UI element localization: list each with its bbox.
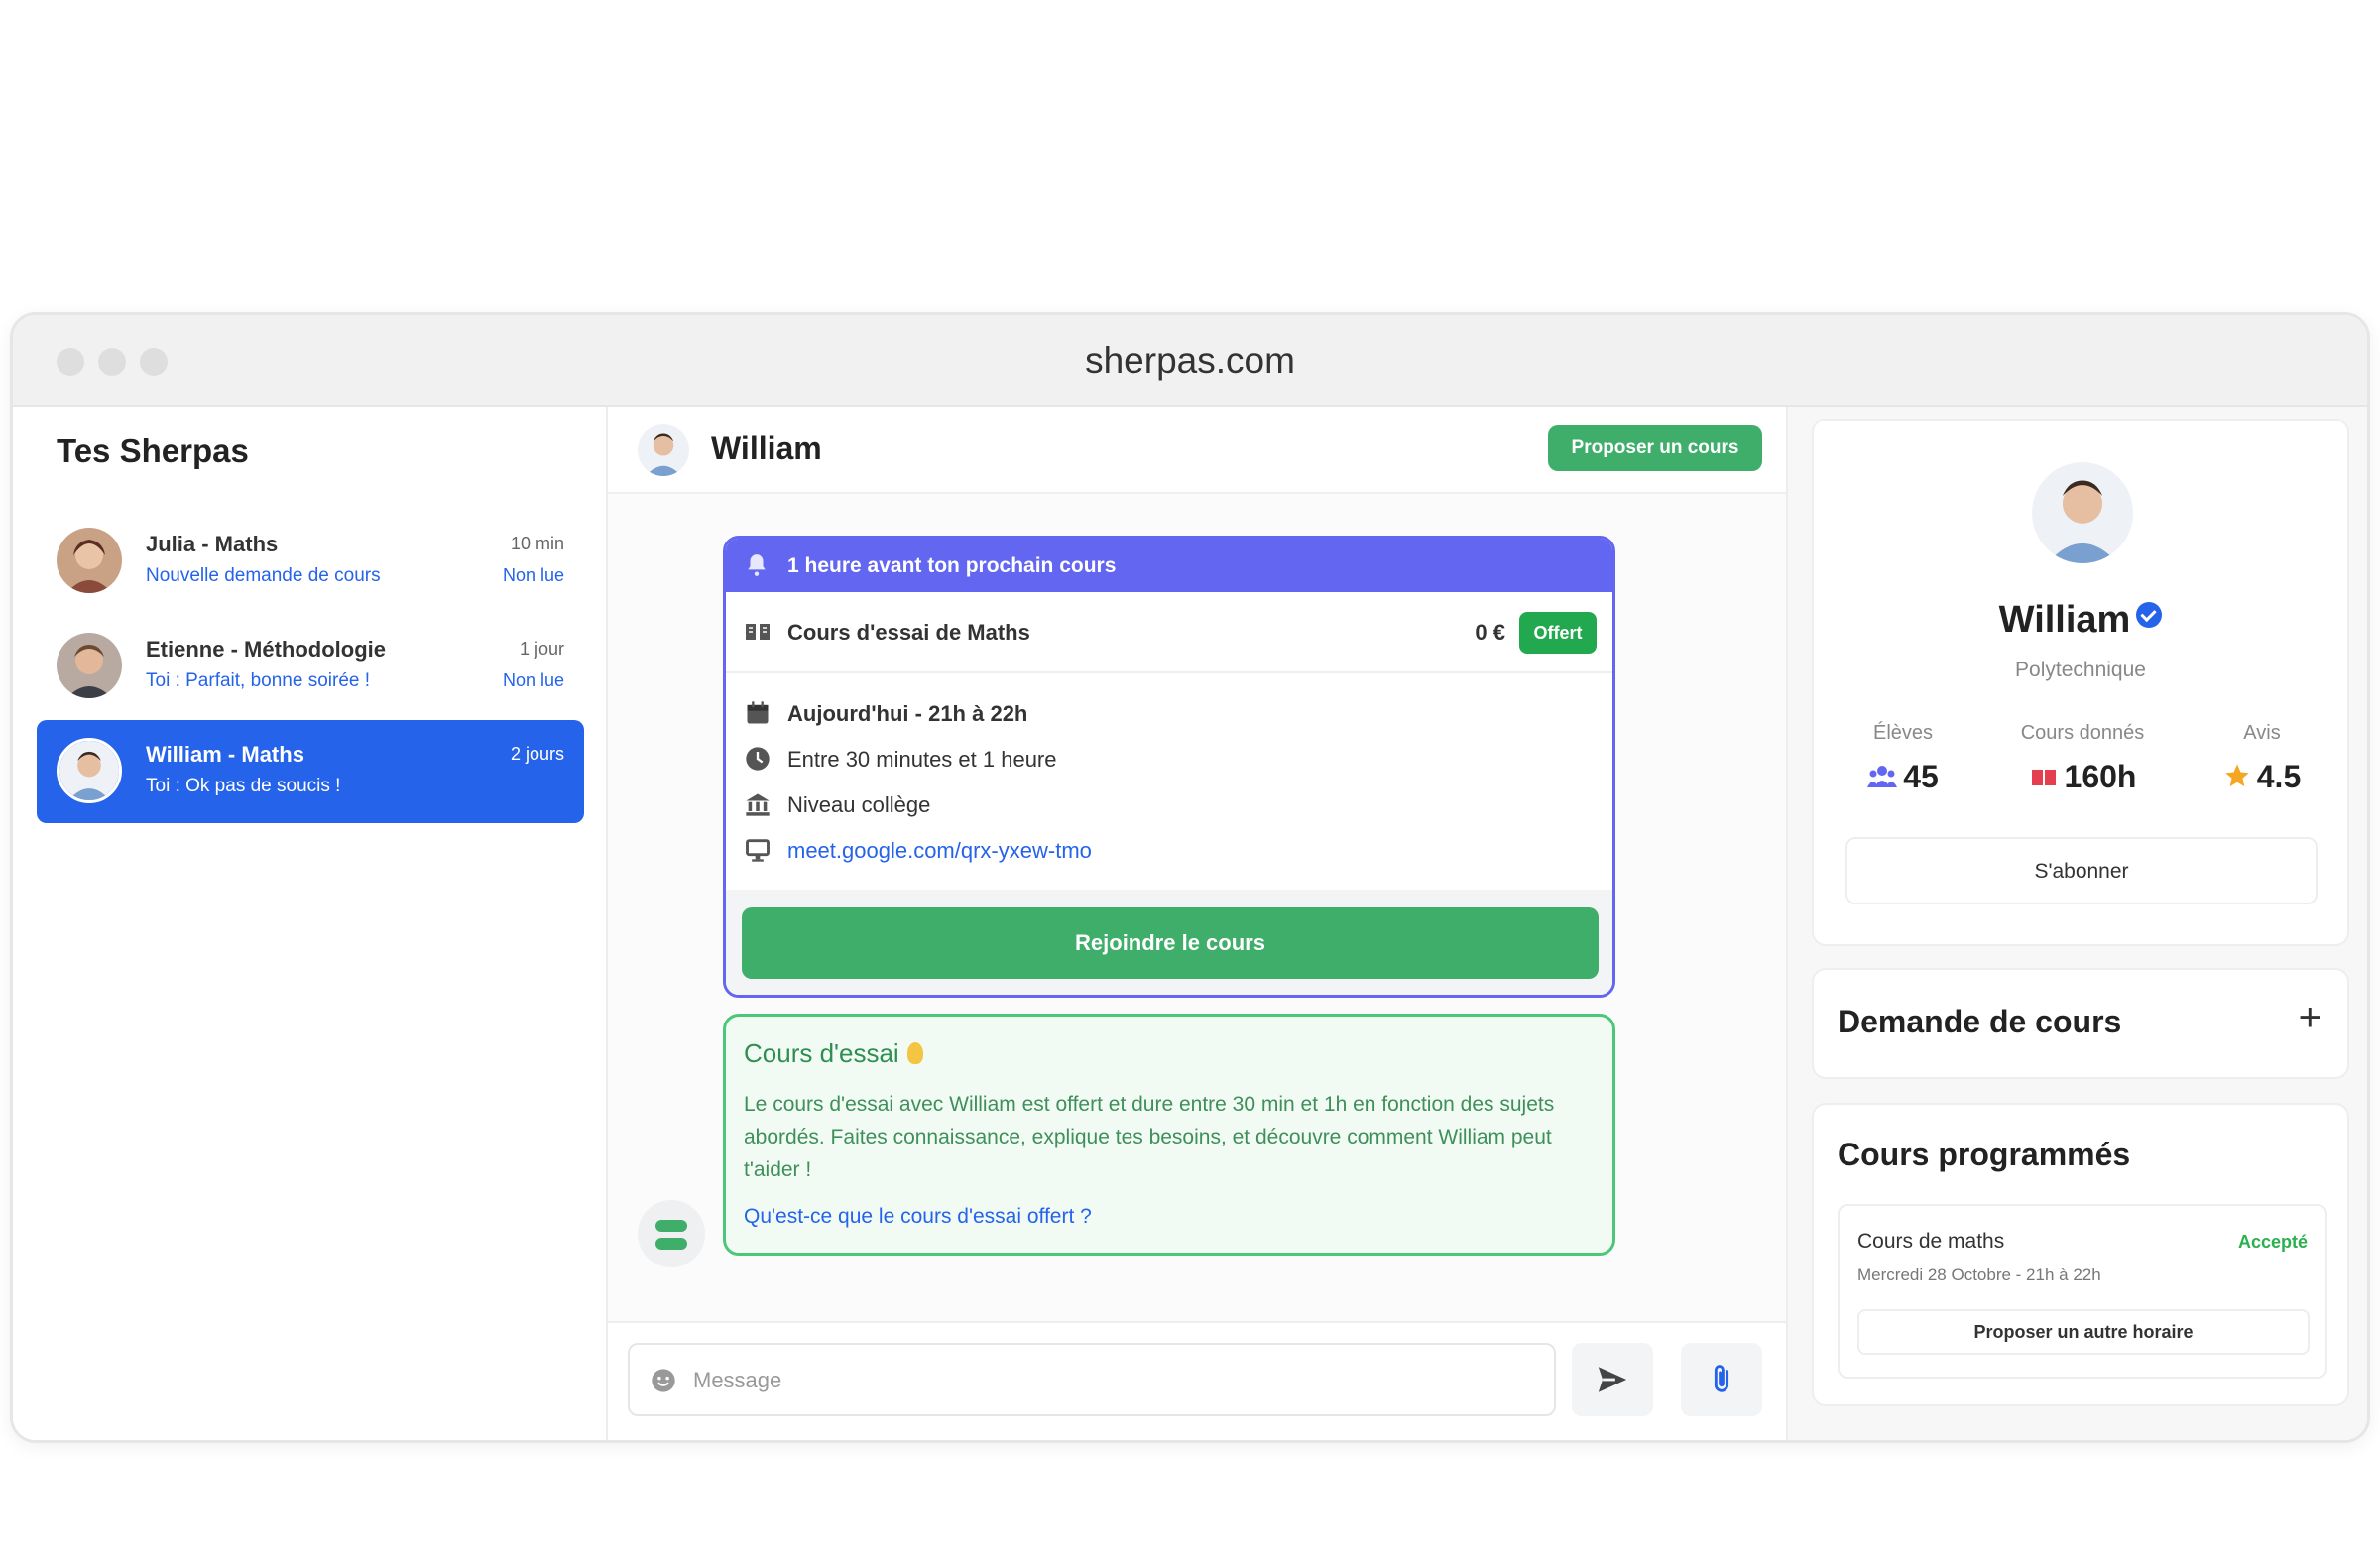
lightbulb-icon (906, 1042, 923, 1064)
conversation-name: Etienne - Méthodologie (146, 637, 386, 662)
address-bar[interactable]: sherpas.com (13, 340, 2367, 382)
send-button[interactable] (1572, 1343, 1653, 1416)
meeting-link[interactable]: meet.google.com/qrx-yxew-tmo (787, 838, 1092, 864)
scheduled-courses-title: Cours programmés (1838, 1137, 2131, 1172)
profile-card: William Polytechnique Élèves 45 Cours do… (1812, 419, 2349, 946)
stat-label: Élèves (1872, 722, 1934, 744)
conversation-item-julia[interactable]: Julia - Maths Nouvelle demande de cours … (37, 510, 584, 613)
paperclip-icon (1714, 1365, 1729, 1392)
lesson-duration: Entre 30 minutes et 1 heure (787, 747, 1057, 772)
next-lesson-banner: 1 heure avant ton prochain cours (726, 539, 1612, 592)
lesson-price: 0 € (1475, 620, 1505, 645)
send-icon (1598, 1367, 1627, 1392)
unread-status: Non lue (502, 670, 564, 690)
stat-rating: Avis 4.5 (2173, 722, 2351, 795)
profile-avatar (2032, 462, 2133, 563)
lesson-title: Cours d'essai de Maths (787, 620, 1030, 645)
sidebar-title: Tes Sherpas (57, 432, 249, 469)
course-request-title: Demande de cours (1838, 1004, 2122, 1039)
star-icon (2225, 764, 2249, 787)
scheduled-courses-card: Cours programmés Cours de maths Accepté … (1812, 1103, 2349, 1406)
conversation-item-william[interactable]: William - Maths Toi : Ok pas de soucis !… (37, 720, 584, 823)
message-field-wrapper (628, 1343, 1556, 1416)
calendar-icon (747, 701, 769, 724)
profile-name: William (1814, 599, 2347, 642)
next-lesson-card: 1 heure avant ton prochain cours Cours d… (723, 536, 1615, 998)
conversation-item-etienne[interactable]: Etienne - Méthodologie Toi : Parfait, bo… (37, 615, 584, 718)
book-icon (2031, 770, 2056, 785)
offered-badge: Offert (1519, 612, 1597, 654)
stat-label: Avis (2243, 722, 2281, 744)
plus-icon[interactable]: + (2299, 998, 2321, 1037)
trial-info-text: Le cours d'essai avec William est offert… (744, 1093, 1555, 1181)
browser-window: sherpas.com Tes Sherpas Julia - Maths No… (10, 312, 2370, 1443)
lesson-level: Niveau collège (787, 792, 931, 817)
trial-info-link[interactable]: Qu'est-ce que le cours d'essai offert ? (744, 1205, 1092, 1229)
emoji-icon[interactable] (650, 1367, 677, 1394)
lesson-title-row: Cours d'essai de Maths 0 € Offert (726, 592, 1612, 673)
attach-button[interactable] (1681, 1343, 1762, 1416)
school-icon (746, 793, 770, 816)
avatar (57, 738, 122, 803)
conversation-name: William - Maths (146, 742, 304, 767)
unread-status: Non lue (502, 565, 564, 585)
status-badge: Accepté (2237, 1232, 2308, 1252)
scheduled-course-date: Mercredi 28 Octobre - 21h à 22h (1857, 1265, 2101, 1284)
conversation-preview: Nouvelle demande de cours (146, 565, 381, 586)
next-lesson-banner-text: 1 heure avant ton prochain cours (787, 554, 1117, 577)
lesson-date: Aujourd'hui - 21h à 22h (787, 701, 1028, 726)
stat-students: Élèves 45 (1814, 722, 1992, 795)
profile-school: Polytechnique (2015, 659, 2146, 681)
browser-titlebar: sherpas.com (13, 315, 2367, 407)
conversation-preview: Toi : Parfait, bonne soirée ! (146, 670, 371, 691)
sherpas-logo-icon (638, 1200, 705, 1267)
join-lesson-button[interactable]: Rejoindre le cours (742, 907, 1599, 979)
conversation-time: 2 jours (510, 744, 564, 764)
avatar (638, 424, 689, 476)
propose-course-button[interactable]: Proposer un cours (1548, 425, 1762, 471)
stat-value: 45 (1903, 759, 1939, 794)
conversation-preview: Toi : Ok pas de soucis ! (146, 776, 341, 796)
profile-sidebar: William Polytechnique Élèves 45 Cours do… (1788, 407, 2367, 1440)
clock-icon (746, 747, 770, 771)
propose-other-time-button[interactable]: Proposer un autre horaire (1857, 1309, 2310, 1355)
message-composer (608, 1321, 1786, 1440)
chat-contact-name: William (711, 430, 822, 466)
trial-info-title: Cours d'essai (744, 1038, 923, 1069)
message-input[interactable] (693, 1359, 1526, 1402)
conversation-time: 10 min (510, 534, 564, 553)
course-request-card[interactable]: Demande de cours + (1812, 968, 2349, 1079)
book-icon (746, 624, 770, 640)
monitor-icon (746, 839, 770, 862)
avatar (57, 633, 122, 698)
scheduled-course-name: Cours de maths (1857, 1230, 2005, 1253)
scheduled-course-item: Cours de maths Accepté Mercredi 28 Octob… (1838, 1204, 2327, 1379)
conversation-time: 1 jour (519, 639, 564, 659)
conversation-sidebar: Tes Sherpas Julia - Maths Nouvelle deman… (13, 407, 608, 1440)
users-icon (1867, 766, 1898, 787)
stat-label: Cours donnés (2020, 722, 2145, 744)
conversation-name: Julia - Maths (146, 532, 279, 556)
chat-header: William Proposer un cours (608, 407, 1786, 494)
trial-info-card: Cours d'essai Le cours d'essai avec Will… (723, 1014, 1615, 1256)
subscribe-button[interactable]: S'abonner (1845, 837, 2318, 904)
avatar (57, 528, 122, 593)
chat-panel: William Proposer un cours 1 heure avant … (608, 407, 1788, 1440)
stat-value: 4.5 (2256, 759, 2302, 794)
stat-value: 160h (2064, 759, 2137, 794)
verified-icon (2136, 602, 2163, 628)
bell-icon (748, 554, 766, 576)
stat-hours: Cours donnés 160h (1993, 722, 2172, 795)
